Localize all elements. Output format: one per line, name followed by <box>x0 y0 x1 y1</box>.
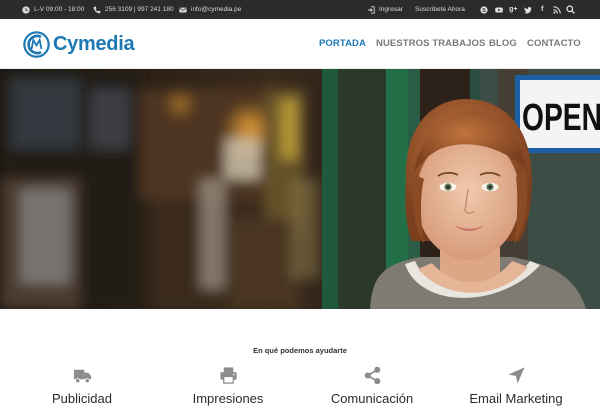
service-label: Comunicación <box>330 391 414 406</box>
office-hours-text: L-V 09:00 - 18:00 <box>34 6 85 13</box>
service-email-marketing[interactable]: Email Marketing <box>446 366 586 406</box>
search-icon[interactable] <box>566 5 575 14</box>
cymedia-logo-mark <box>23 30 50 58</box>
service-publicidad[interactable]: Publicidad <box>12 366 152 406</box>
service-label: Impresiones <box>192 391 264 406</box>
hero-image: OPEN <box>0 69 600 309</box>
clock-icon <box>22 5 30 14</box>
phone-icon <box>93 6 101 13</box>
contact-email-text: info@cymedia.pe <box>191 6 242 13</box>
contact-email[interactable]: info@cymedia.pe <box>179 0 241 19</box>
phone-numbers-text: 256 3109 | 997 241 180 <box>105 6 174 13</box>
logo-text: Cymedia <box>53 32 135 55</box>
facebook-icon[interactable]: f <box>535 0 550 19</box>
top-bar: L-V 09:00 - 18:00 256 3109 | 997 241 180… <box>0 0 600 19</box>
service-impresiones[interactable]: Impresiones <box>158 366 298 406</box>
open-sign: OPEN <box>515 75 600 153</box>
twitter-icon[interactable] <box>521 0 536 19</box>
share-icon <box>364 366 380 385</box>
nav-portada[interactable]: PORTADA <box>319 38 366 49</box>
youtube-icon[interactable] <box>492 0 507 19</box>
truck-icon <box>73 369 91 384</box>
subscribe-link[interactable]: Suscríbete Ahora <box>415 0 465 19</box>
rss-icon[interactable] <box>550 0 565 19</box>
phone-numbers[interactable]: 256 3109 | 997 241 180 <box>93 0 174 19</box>
login-link-label: Ingresar <box>379 6 403 13</box>
nav-contacto[interactable]: CONTACTO <box>527 38 581 49</box>
hero-banner: OPEN <box>0 69 600 309</box>
subscribe-link-label: Suscríbete Ahora <box>415 6 465 13</box>
service-label: Email Marketing <box>469 391 563 406</box>
service-label: Publicidad <box>52 391 112 406</box>
nav-blog[interactable]: BLOG <box>489 38 517 49</box>
site-logo[interactable]: Cymedia <box>23 30 135 58</box>
sign-in-icon <box>367 5 375 14</box>
services-title: En qué podemos ayudarte <box>253 346 347 355</box>
login-link[interactable]: Ingresar <box>367 0 403 19</box>
location-arrow-icon <box>507 367 525 384</box>
social-links: S g+ f <box>477 0 564 19</box>
google-plus-icon[interactable]: g+ <box>506 0 521 19</box>
envelope-icon <box>179 7 187 13</box>
site-header: Cymedia PORTADA NUESTROS TRABAJOS BLOG C… <box>0 19 600 69</box>
service-comunicacion[interactable]: Comunicación <box>302 366 442 406</box>
printer-icon <box>219 367 237 384</box>
nav-nuestros-trabajos[interactable]: NUESTROS TRABAJOS <box>376 38 485 49</box>
svg-text:S: S <box>483 7 487 13</box>
skype-icon[interactable]: S <box>477 0 492 19</box>
office-hours: L-V 09:00 - 18:00 <box>22 0 84 19</box>
open-sign-text: OPEN <box>522 97 600 139</box>
